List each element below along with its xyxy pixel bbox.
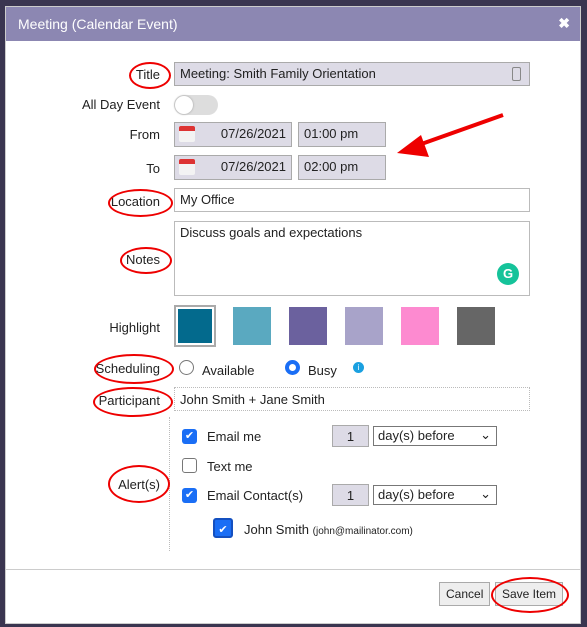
to-time-input[interactable]: 02:00 pm: [298, 155, 386, 180]
annotation-circle: [93, 387, 173, 417]
contact-checkbox[interactable]: ✔: [213, 518, 233, 538]
participant-value: John Smith + Jane Smith: [180, 392, 325, 407]
to-time: 02:00 pm: [304, 159, 359, 174]
annotation-circle: [108, 465, 170, 503]
highlight-swatch[interactable]: [401, 307, 439, 345]
from-time: 01:00 pm: [304, 126, 359, 141]
cancel-button[interactable]: Cancel: [439, 582, 491, 606]
location-input[interactable]: My Office: [174, 188, 530, 212]
highlight-label: Highlight: [109, 320, 160, 335]
text-me-label: Text me: [207, 459, 253, 474]
from-label: From: [129, 127, 160, 142]
annotation-circle: [491, 577, 569, 613]
available-label: Available: [202, 363, 255, 378]
annotation-circle: [129, 62, 171, 89]
contact-card-icon: [512, 67, 521, 81]
email-contacts-count-value: 1: [346, 488, 355, 503]
email-contacts-unit-value: day(s) before: [378, 487, 455, 502]
from-time-input[interactable]: 01:00 pm: [298, 122, 386, 147]
contact-name: John Smith: [244, 522, 310, 537]
email-me-count-value: 1: [346, 429, 355, 444]
email-contacts-checkbox[interactable]: ✔: [182, 488, 197, 503]
email-contacts-count[interactable]: 1: [332, 484, 369, 506]
email-me-count[interactable]: 1: [332, 425, 369, 447]
text-me-checkbox[interactable]: [182, 458, 197, 473]
from-date-input[interactable]: 07/26/2021: [174, 122, 292, 147]
dialog-title: Meeting (Calendar Event): [18, 16, 178, 32]
to-date: 07/26/2021: [220, 159, 286, 174]
highlight-swatch[interactable]: [233, 307, 271, 345]
all-day-label: All Day Event: [81, 97, 160, 112]
chevron-down-icon: ⌄: [480, 427, 491, 442]
title-input[interactable]: Meeting: Smith Family Orientation: [174, 62, 530, 86]
annotation-circle: [120, 247, 172, 274]
email-me-unit-select[interactable]: day(s) before ⌄: [373, 426, 497, 446]
email-me-unit-value: day(s) before: [378, 428, 455, 443]
email-contacts-unit-select[interactable]: day(s) before ⌄: [373, 485, 497, 505]
highlight-swatch[interactable]: [457, 307, 495, 345]
all-day-toggle[interactable]: [174, 95, 218, 115]
annotation-circle: [108, 189, 173, 217]
contact-email: (john@mailinator.com): [312, 526, 413, 537]
annotation-circle: [94, 354, 174, 384]
highlight-swatch[interactable]: [174, 305, 216, 347]
notes-textarea[interactable]: Discuss goals and expectations G: [174, 221, 530, 296]
notes-value: Discuss goals and expectations: [180, 225, 363, 240]
annotation-arrow: [397, 113, 504, 157]
email-me-label: Email me: [207, 429, 262, 444]
meeting-dialog: Meeting (Calendar Event) ✖ Title Meeting…: [5, 6, 581, 624]
footer-divider: [6, 569, 580, 570]
email-contacts-label: Email Contact(s): [207, 488, 304, 503]
info-icon[interactable]: i: [353, 362, 364, 373]
calendar-icon[interactable]: [179, 126, 195, 142]
to-date-input[interactable]: 07/26/2021: [174, 155, 292, 180]
highlight-swatch[interactable]: [289, 307, 327, 345]
contact-entry: John Smith (john@mailinator.com): [244, 522, 413, 537]
chevron-down-icon: ⌄: [480, 486, 491, 501]
to-label: To: [146, 161, 160, 176]
highlight-swatch[interactable]: [345, 307, 383, 345]
email-me-checkbox[interactable]: ✔: [182, 429, 197, 444]
available-radio[interactable]: [179, 360, 194, 375]
title-value: Meeting: Smith Family Orientation: [180, 66, 376, 81]
from-date: 07/26/2021: [220, 126, 286, 141]
close-icon[interactable]: ✖: [558, 15, 570, 32]
grammarly-icon[interactable]: G: [497, 263, 519, 285]
location-value: My Office: [180, 192, 235, 207]
calendar-icon[interactable]: [179, 159, 195, 175]
busy-label: Busy: [308, 363, 337, 378]
busy-radio[interactable]: [285, 360, 300, 375]
dialog-header: Meeting (Calendar Event) ✖: [6, 7, 580, 41]
participant-field[interactable]: John Smith + Jane Smith: [174, 387, 530, 411]
